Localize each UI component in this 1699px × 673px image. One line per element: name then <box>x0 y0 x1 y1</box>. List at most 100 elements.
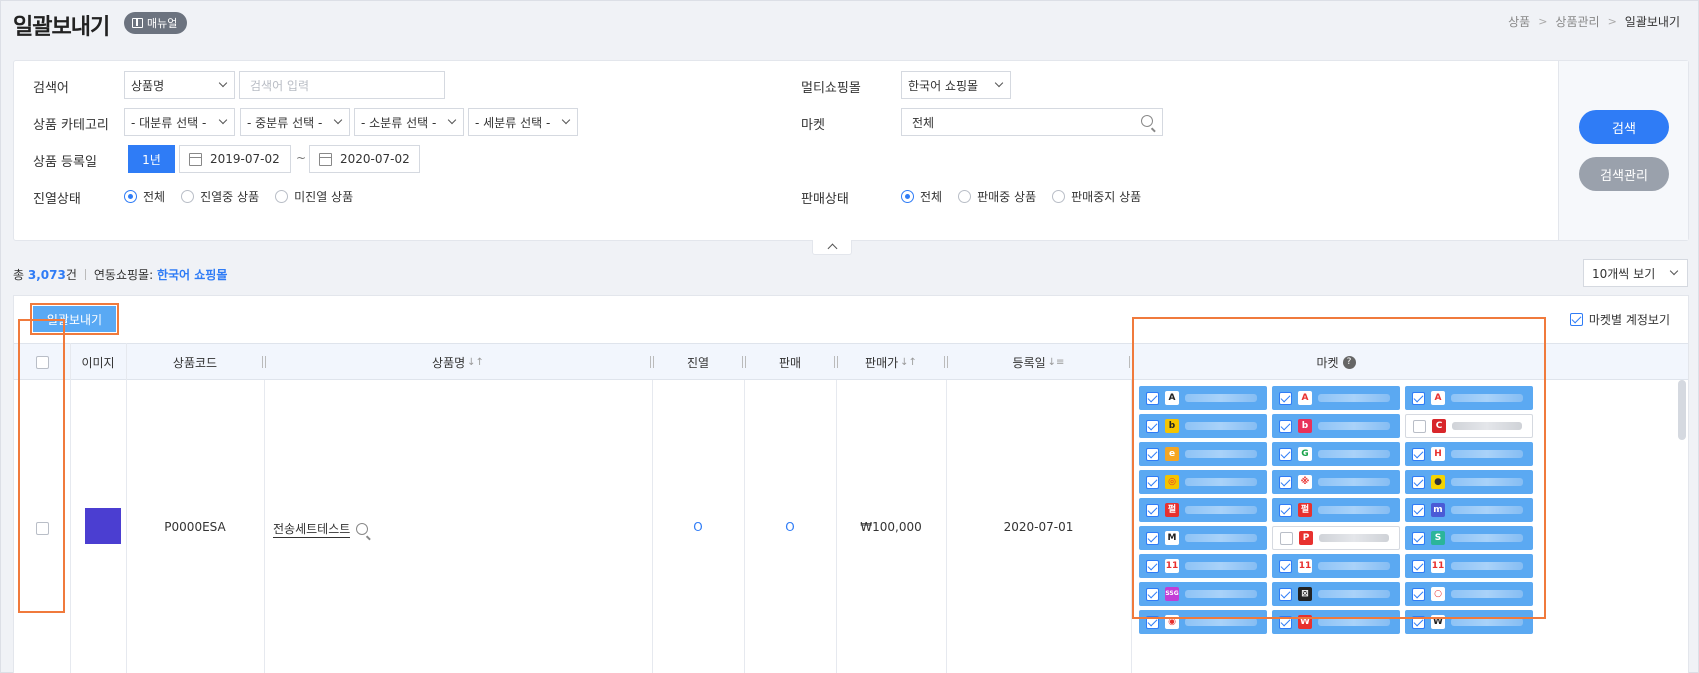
date-separator: ~ <box>296 151 307 165</box>
market-input[interactable]: 전체 <box>901 108 1163 136</box>
category-medium-select[interactable]: - 중분류 선택 - <box>240 108 350 136</box>
col-name[interactable]: 상품명 ↓↑ <box>264 344 652 380</box>
column-divider <box>264 380 265 673</box>
market-account-name-redacted <box>1318 618 1390 626</box>
keyword-type-select[interactable]: 상품명 <box>124 71 235 99</box>
category-small-select[interactable]: - 소분류 선택 - <box>354 108 464 136</box>
period-1year-button[interactable]: 1년 <box>128 145 175 173</box>
sale-radio-on[interactable]: 판매중 상품 <box>958 188 1036 205</box>
account-view-label: 마켓별 계정보기 <box>1588 313 1670 327</box>
sale-radio-on-label: 판매중 상품 <box>977 190 1037 204</box>
col-date-label: 등록일 <box>1012 355 1046 370</box>
category-label: 상품 카테고리 <box>33 118 109 133</box>
keyword-label: 검색어 <box>33 81 69 96</box>
product-thumbnail[interactable] <box>85 508 121 544</box>
breadcrumb-item-manage[interactable]: 상품관리 <box>1555 13 1599 30</box>
column-resizer[interactable] <box>742 356 746 368</box>
multi-mall-select[interactable]: 한국어 쇼핑몰 <box>901 71 1011 99</box>
chevron-right-icon: > <box>1538 15 1548 28</box>
radio-dot <box>901 190 914 203</box>
date-to-input[interactable]: 2020-07-02 <box>309 145 420 173</box>
col-image: 이미지 <box>81 355 115 370</box>
sale-radio-off[interactable]: 판매중지 상품 <box>1052 188 1141 205</box>
col-display: 진열 <box>686 355 710 370</box>
category-detail-select[interactable]: - 세분류 선택 - <box>468 108 578 136</box>
col-price[interactable]: 판매가 ↓↑ <box>836 344 946 380</box>
search-panel: 검색어 상품명 검색어 입력 상품 카테고리 - 대분류 선택 - - 중분류 … <box>13 60 1689 241</box>
radio-dot <box>1052 190 1066 203</box>
sort-desc-icon: ↓≡ <box>1047 356 1065 368</box>
manual-button[interactable]: 매뉴얼 <box>124 12 188 34</box>
sale-radio-all[interactable]: 전체 <box>901 188 942 205</box>
chevron-down-icon <box>1669 266 1679 276</box>
col-date[interactable]: 등록일 ↓≡ <box>946 344 1131 380</box>
display-radio-off[interactable]: 미진열 상품 <box>275 188 353 205</box>
total-prefix: 총 <box>13 268 25 282</box>
breadcrumb-item-product[interactable]: 상품 <box>1508 13 1530 30</box>
category-large-value: - 대분류 선택 - <box>131 115 207 130</box>
category-detail-value: - 세분류 선택 - <box>475 115 551 130</box>
linked-mall-label: 연동쇼핑몰: <box>93 268 154 282</box>
keyword-input[interactable]: 검색어 입력 <box>239 71 445 99</box>
sale-status-label: 판매상태 <box>801 192 849 207</box>
column-resizer[interactable] <box>834 356 838 368</box>
manual-label: 매뉴얼 <box>147 17 178 30</box>
search-manage-button[interactable]: 검색관리 <box>1579 157 1669 191</box>
account-view-checkbox[interactable] <box>1569 313 1583 326</box>
column-resizer[interactable] <box>262 356 266 368</box>
sale-status-radios: 전체 판매중 상품 판매중지 상품 <box>901 188 1141 205</box>
product-name-link[interactable]: 전송세트테스트 <box>273 520 351 538</box>
column-resizer[interactable] <box>650 356 654 368</box>
divider <box>84 269 86 280</box>
sale-radio-all-label: 전체 <box>920 190 943 204</box>
date-to-value: 2020-07-02 <box>340 152 410 166</box>
category-medium-value: - 중분류 선택 - <box>247 115 323 130</box>
col-sale: 판매 <box>778 355 802 370</box>
search-button[interactable]: 검색 <box>1579 110 1669 144</box>
chevron-down-icon <box>447 115 457 125</box>
chevron-down-icon <box>994 78 1004 88</box>
date-from-input[interactable]: 2019-07-02 <box>179 145 291 173</box>
radio-dot <box>124 190 137 203</box>
page-title: 일괄보내기 <box>13 15 110 40</box>
category-large-select[interactable]: - 대분류 선택 - <box>124 108 235 136</box>
market-account-name-redacted <box>1451 618 1523 626</box>
sale-radio-off-label: 판매중지 상품 <box>1071 190 1142 204</box>
breadcrumb: 상품 > 상품관리 > 일괄보내기 <box>1508 13 1680 30</box>
collapse-search-button[interactable] <box>812 240 852 255</box>
calendar-icon <box>319 153 332 166</box>
highlight-checkbox-column <box>18 319 65 613</box>
search-icon[interactable] <box>1141 115 1153 127</box>
calendar-icon <box>189 153 202 166</box>
column-resizer[interactable] <box>944 356 948 368</box>
chevron-down-icon <box>218 115 228 125</box>
sort-icon: ↓↑ <box>467 356 484 368</box>
col-name-label: 상품명 <box>432 355 466 370</box>
market-account-name-redacted <box>1185 618 1257 626</box>
per-page-select[interactable]: 10개씩 보기 <box>1583 259 1688 287</box>
highlight-market-column <box>1132 317 1546 619</box>
scrollbar[interactable] <box>1678 380 1686 440</box>
search-actions: 검색 검색관리 <box>1558 61 1688 240</box>
display-radio-on-label: 진열중 상품 <box>200 190 260 204</box>
date-from-value: 2019-07-02 <box>210 152 280 166</box>
search-icon[interactable] <box>356 523 369 535</box>
display-radio-on[interactable]: 진열중 상품 <box>181 188 259 205</box>
total-count: 3,073 <box>27 267 66 282</box>
display-radio-all-label: 전체 <box>143 190 166 204</box>
col-code: 상품코드 <box>172 355 218 370</box>
display-status[interactable]: O <box>652 520 744 534</box>
category-small-value: - 소분류 선택 - <box>361 115 437 130</box>
display-status-label: 진열상태 <box>33 192 81 207</box>
price: ₩100,000 <box>860 520 922 534</box>
market-label: 마켓 <box>801 118 825 133</box>
multi-mall-value: 한국어 쇼핑몰 <box>908 78 979 93</box>
display-radio-all[interactable]: 전체 <box>124 188 165 205</box>
product-name-cell: 전송세트테스트 <box>273 520 369 538</box>
product-code: P0000ESA <box>164 520 226 534</box>
total-suffix: 건 <box>65 268 77 282</box>
chevron-down-icon <box>218 78 228 88</box>
account-view-toggle[interactable]: 마켓별 계정보기 <box>1569 311 1670 328</box>
radio-dot <box>958 190 972 203</box>
sale-status[interactable]: O <box>744 520 836 534</box>
